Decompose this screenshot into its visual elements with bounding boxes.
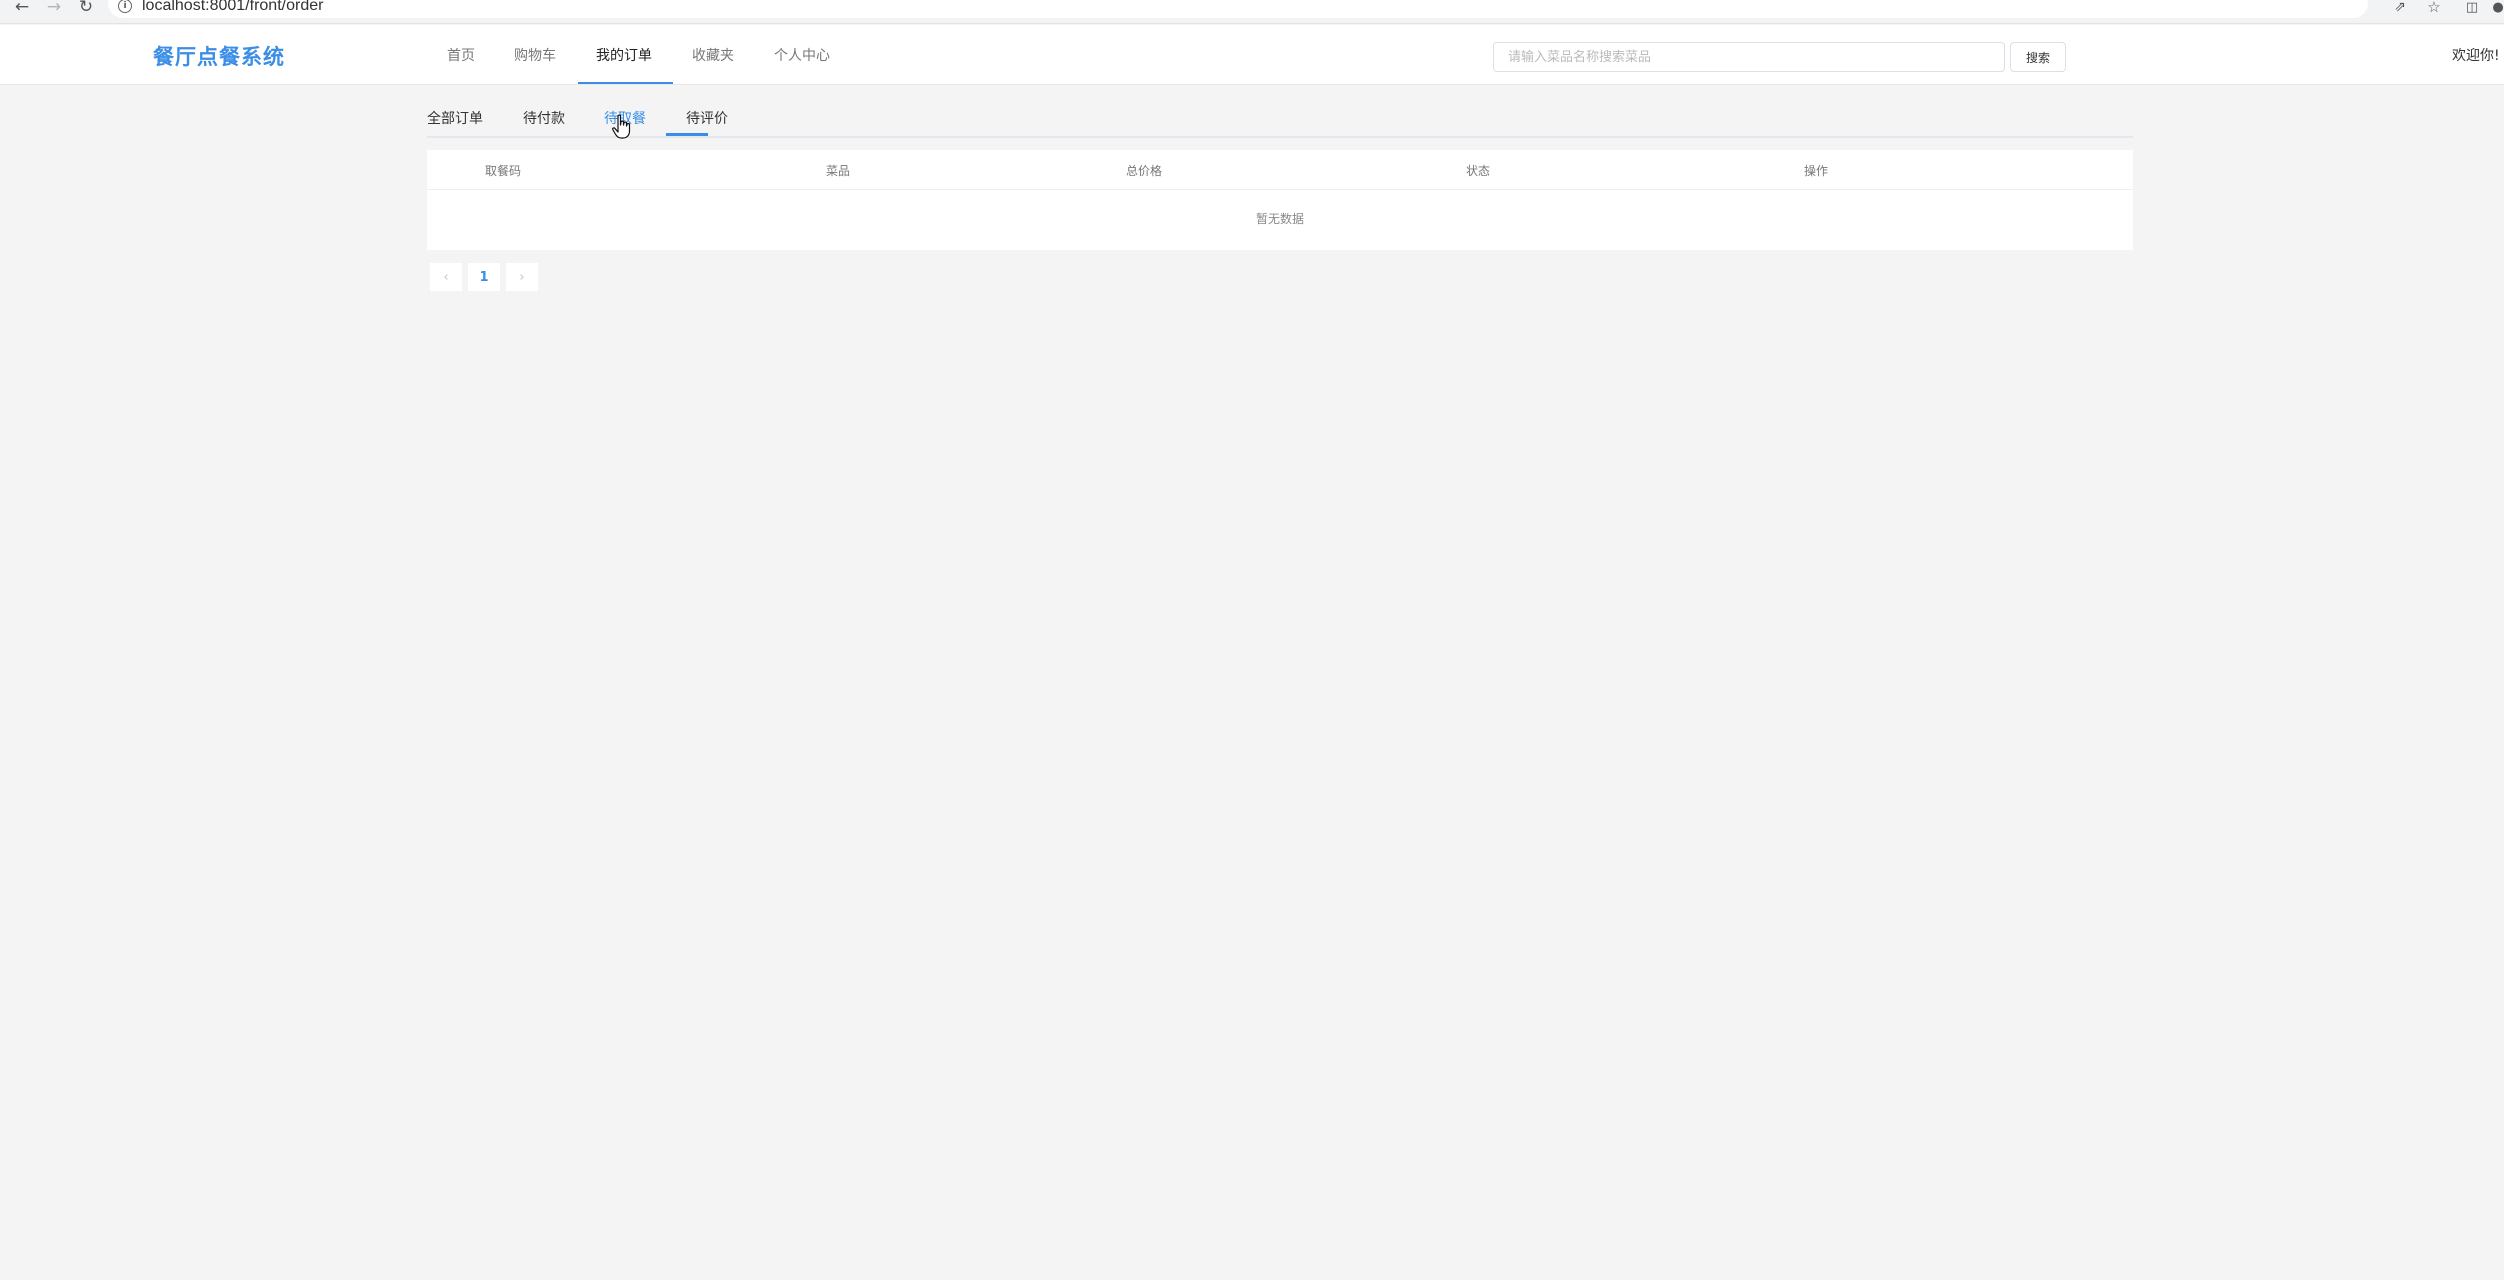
page-number[interactable]: 1: [468, 263, 500, 291]
column-header-dishes: 菜品: [826, 164, 851, 178]
column-header-status: 状态: [1466, 164, 1491, 178]
tab-pending-payment[interactable]: 待付款: [523, 108, 565, 128]
table-header: 取餐码 菜品 总价格 状态 操作: [427, 150, 2133, 190]
search-button[interactable]: 搜索: [2010, 42, 2066, 72]
tab-active-indicator: [666, 133, 708, 136]
url-text[interactable]: localhost:8001/front/order: [142, 0, 323, 15]
column-header-actions: 操作: [1804, 164, 1829, 178]
share-icon[interactable]: ⇗: [2390, 0, 2410, 14]
reload-icon[interactable]: ↻: [76, 0, 96, 15]
pagination: ‹ 1 ›: [430, 263, 544, 291]
chevron-left-icon[interactable]: ‹: [430, 263, 462, 291]
browser-toolbar: ← → ↻ i localhost:8001/front/order ⇗ ☆ ◫…: [0, 0, 2504, 24]
nav-cart[interactable]: 购物车: [514, 45, 556, 65]
sidebar-icon[interactable]: ◫: [2462, 0, 2482, 14]
orders-table: 取餐码 菜品 总价格 状态 操作 暂无数据: [427, 150, 2133, 250]
welcome-text: 欢迎你!: [2452, 48, 2500, 64]
profile-icon[interactable]: ●: [2488, 0, 2504, 14]
search-input[interactable]: [1493, 42, 2005, 72]
nav-active-indicator: [578, 82, 673, 84]
star-icon[interactable]: ☆: [2424, 0, 2444, 14]
nav-favorites[interactable]: 收藏夹: [692, 45, 734, 65]
chevron-right-icon[interactable]: ›: [506, 263, 538, 291]
site-logo[interactable]: 餐厅点餐系统: [153, 41, 285, 71]
forward-arrow-icon[interactable]: →: [44, 0, 64, 15]
site-header: 餐厅点餐系统 首页 购物车 我的订单 收藏夹 个人中心 搜索 欢迎你!: [0, 25, 2504, 85]
column-header-pickup-code: 取餐码: [485, 164, 522, 178]
empty-data-text: 暂无数据: [1255, 212, 1304, 226]
tab-pending-review[interactable]: 待评价: [686, 108, 728, 128]
column-header-total-price: 总价格: [1126, 164, 1163, 178]
tab-all-orders[interactable]: 全部订单: [427, 108, 483, 128]
back-arrow-icon[interactable]: ←: [12, 0, 32, 15]
nav-profile-center[interactable]: 个人中心: [774, 45, 830, 65]
hand-cursor-icon: [612, 114, 631, 139]
address-bar[interactable]: [108, 0, 2368, 18]
nav-home[interactable]: 首页: [447, 45, 475, 65]
nav-my-orders[interactable]: 我的订单: [596, 45, 652, 65]
